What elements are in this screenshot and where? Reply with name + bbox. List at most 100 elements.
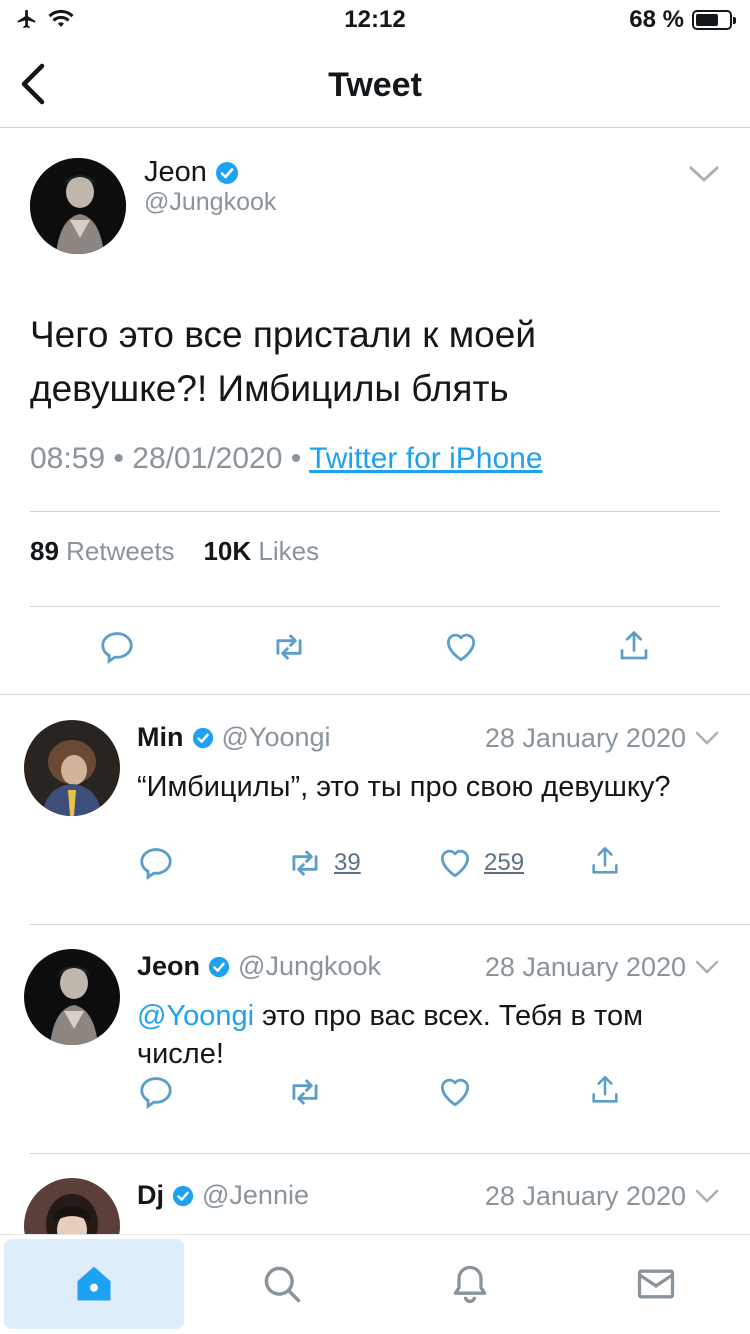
battery-fill (696, 14, 718, 26)
status-right: 68 % (629, 6, 736, 34)
share-icon (592, 846, 618, 874)
avatar[interactable] (24, 949, 120, 1045)
divider (30, 606, 720, 607)
retweet-button[interactable] (286, 1073, 324, 1111)
tab-messages[interactable] (566, 1239, 746, 1329)
retweet-icon (292, 1079, 318, 1105)
avatar-image (24, 720, 120, 816)
author-handle: @Jennie (202, 1180, 309, 1210)
reply-tweet[interactable]: Dj @Jennie 28 January 2020 (0, 1154, 750, 1234)
bell-icon (453, 1265, 487, 1303)
author-name: Min (137, 722, 184, 752)
search-icon (264, 1266, 301, 1303)
likes-label: Likes (258, 536, 320, 566)
avatar[interactable] (30, 158, 126, 254)
envelope-icon (637, 1269, 675, 1299)
like-button[interactable]: 259 (436, 844, 524, 882)
reply-button[interactable] (137, 844, 175, 882)
tweet-stats: 89 Retweets 10K Likes (30, 536, 319, 567)
reply-button[interactable] (137, 1073, 175, 1111)
reply-text: @Yoongi это про вас всех. Тебя в том чис… (137, 997, 717, 1073)
retweets-count: 89 (30, 536, 59, 566)
verified-badge-icon (208, 956, 230, 977)
avatar-image (30, 158, 126, 254)
tweet-menu-button[interactable] (694, 959, 720, 980)
tweet-actions (0, 628, 750, 676)
status-bar: 12:12 68 % (0, 0, 750, 40)
tweet-menu-button[interactable] (694, 730, 720, 751)
heart-icon (446, 633, 476, 662)
divider (30, 511, 720, 512)
verified-badge-icon (215, 161, 238, 184)
author-handle[interactable]: @Jungkook (144, 188, 276, 217)
avatar-image (24, 1178, 120, 1234)
share-button[interactable] (588, 844, 622, 878)
author-handle: @Jungkook (238, 951, 382, 981)
reply-button[interactable] (98, 628, 136, 666)
share-button[interactable] (588, 1073, 622, 1107)
reply-text: “Имбицилы”, это ты про свою девушку? (137, 771, 671, 803)
retweet-button[interactable] (270, 628, 308, 666)
share-icon (620, 631, 648, 660)
reply-header: Dj @Jennie (137, 1180, 309, 1211)
tweet-time: 08:59 (30, 442, 106, 475)
battery-icon (692, 10, 736, 30)
chevron-down-icon (695, 1189, 719, 1203)
tweet-menu-button[interactable] (688, 164, 720, 189)
battery-tip (733, 17, 736, 24)
reply-header: Jeon @Jungkook (137, 951, 381, 982)
heart-icon (440, 849, 470, 878)
avatar-image (24, 949, 120, 1045)
like-button[interactable] (442, 628, 480, 666)
verified-badge-icon (172, 1185, 194, 1206)
reply-icon (101, 632, 133, 664)
tweet-meta: 08:59 • 28/01/2020 • Twitter for iPhone (30, 442, 543, 476)
meta-separator: • (113, 442, 133, 475)
avatar[interactable] (24, 1178, 120, 1234)
author-name: Jeon (144, 156, 207, 188)
nav-bar: Tweet (0, 40, 750, 128)
retweet-icon (276, 634, 302, 660)
tab-search[interactable] (192, 1239, 372, 1329)
retweet-button[interactable]: 39 (286, 844, 361, 882)
retweet-icon (292, 850, 318, 876)
chevron-down-icon (689, 166, 719, 183)
reply-date: 28 January 2020 (484, 1181, 686, 1211)
reply-actions: 39 259 (0, 844, 750, 884)
likes-count: 10K (203, 536, 252, 566)
tweet-date: 28/01/2020 (132, 442, 283, 475)
reply-tweet[interactable]: Jeon @Jungkook 28 January 2020 @Yoongi э… (0, 925, 750, 1154)
reply-icon (140, 1077, 172, 1109)
likes-stat[interactable]: 10K Likes (203, 536, 319, 566)
tweet-source-link[interactable]: Twitter for iPhone (309, 442, 542, 475)
reply-date: 28 January 2020 (484, 723, 686, 753)
author-handle: @Yoongi (221, 722, 331, 752)
battery-percent: 68 % (629, 6, 684, 33)
author-name-row: Jeon (144, 156, 239, 189)
tweet-menu-button[interactable] (694, 1188, 720, 1209)
retweet-count: 39 (334, 849, 361, 876)
reply-actions (0, 1073, 750, 1113)
tweet-text: Чего это все пристали к моей девушке?! И… (30, 314, 536, 409)
reply-icon (140, 848, 172, 880)
like-count: 259 (484, 849, 525, 876)
main-tweet: Jeon @Jungkook Чего это все пристали к м… (0, 128, 750, 695)
chevron-down-icon (695, 731, 719, 745)
chevron-down-icon (695, 960, 719, 974)
page-title: Tweet (328, 66, 422, 104)
retweets-label: Retweets (66, 536, 175, 566)
reply-tweet[interactable]: Min @Yoongi 28 January 2020 “Имбицилы”, … (0, 696, 750, 925)
tab-home[interactable] (4, 1239, 184, 1329)
tab-notifications[interactable] (380, 1239, 560, 1329)
share-icon (592, 1075, 618, 1103)
heart-icon (440, 1078, 470, 1107)
like-button[interactable] (436, 1073, 474, 1111)
reply-date: 28 January 2020 (484, 952, 686, 982)
verified-badge-icon (192, 727, 213, 748)
avatar[interactable] (24, 720, 120, 816)
share-button[interactable] (616, 628, 652, 664)
retweets-stat[interactable]: 89 Retweets (30, 536, 175, 566)
home-icon (77, 1266, 111, 1301)
mention-link[interactable]: @Yoongi (137, 1000, 254, 1032)
author-name: Jeon (137, 951, 201, 981)
